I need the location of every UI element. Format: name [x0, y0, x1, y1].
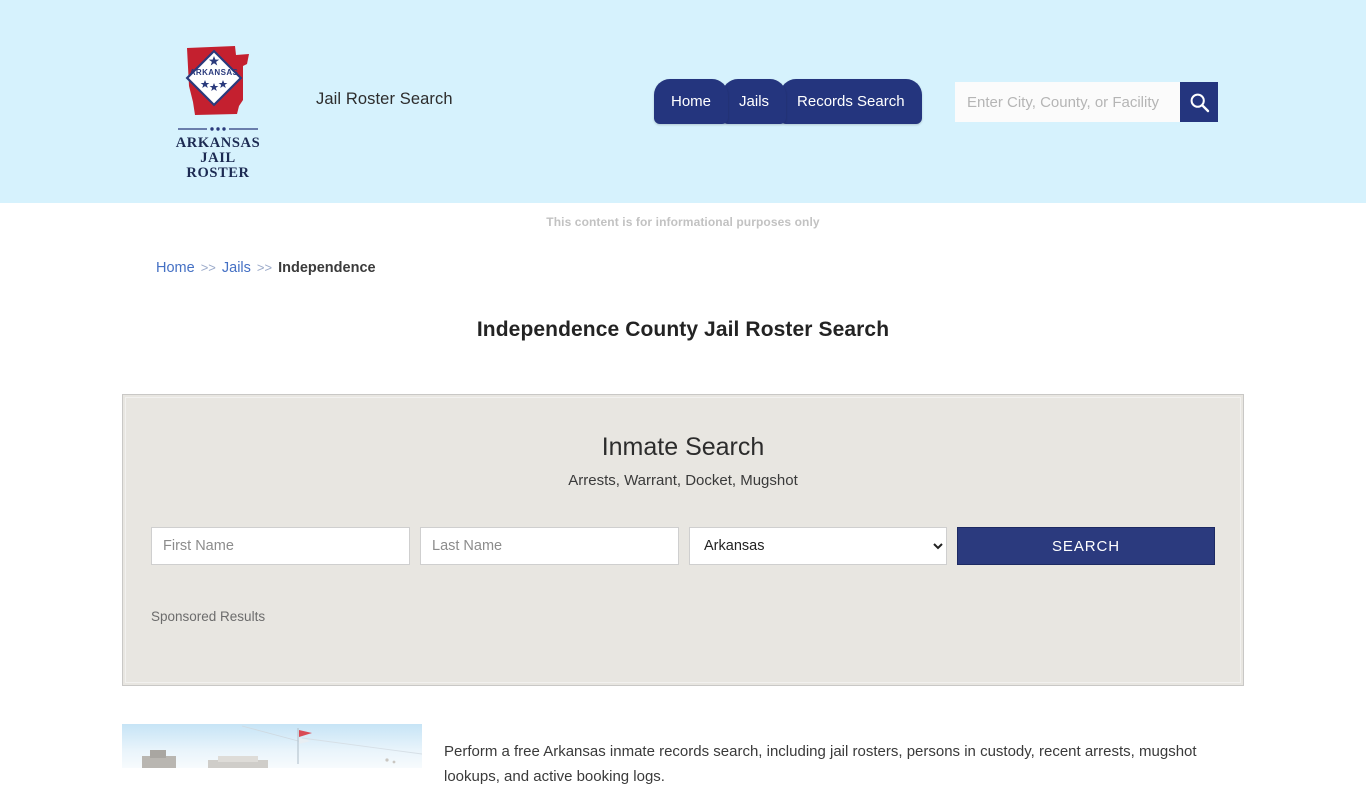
- site-header: ARKANSAS ARKANSAS JAIL ROSTER Jail Roste…: [0, 0, 1366, 203]
- content-paragraph: Perform a free Arkansas inmate records s…: [444, 743, 1197, 785]
- breadcrumb-item-jails[interactable]: Jails: [222, 260, 251, 276]
- header-search-button[interactable]: [1180, 82, 1218, 122]
- page-title: Independence County Jail Roster Search: [476, 318, 890, 341]
- inmate-search-form: Arkansas SEARCH: [123, 527, 1243, 565]
- county-courthouse-photo: [122, 724, 422, 768]
- state-select[interactable]: Arkansas: [689, 527, 947, 565]
- breadcrumb-item-current: Independence: [278, 260, 376, 276]
- header-search: [955, 82, 1218, 122]
- logo-wordmark-line2: JAIL ROSTER: [186, 150, 250, 181]
- nav-tab-jails[interactable]: Jails: [722, 79, 787, 124]
- nav-tab-records-search[interactable]: Records Search: [780, 79, 922, 124]
- nav-tab-home[interactable]: Home: [654, 79, 729, 124]
- nav-tab-home-label: Home: [671, 93, 712, 110]
- first-name-input[interactable]: [151, 527, 410, 565]
- nav-tab-records-search-label: Records Search: [797, 93, 905, 110]
- last-name-input[interactable]: [420, 527, 679, 565]
- inmate-search-card: Inmate Search Arrests, Warrant, Docket, …: [122, 394, 1244, 686]
- arkansas-state-icon: ARKANSAS: [185, 46, 249, 115]
- sponsored-results-label: Sponsored Results: [151, 609, 266, 624]
- logo-wordmark-line1: ARKANSAS: [175, 135, 261, 151]
- breadcrumb-separator: >>: [200, 260, 216, 275]
- courthouse-photo-graphic: [122, 724, 422, 768]
- breadcrumb-separator: >>: [256, 260, 273, 275]
- content-section: Perform a free Arkansas inmate records s…: [122, 724, 1244, 804]
- inmate-search-title: Inmate Search: [601, 433, 765, 461]
- inmate-search-button[interactable]: SEARCH: [957, 527, 1215, 565]
- main-navigation: Home Jails Records Search: [654, 77, 922, 124]
- informational-notice: This content is for informational purpos…: [546, 215, 820, 229]
- breadcrumb: Home >> Jails >> Independence: [156, 260, 1366, 276]
- site-tagline: Jail Roster Search: [316, 90, 453, 108]
- svg-text:ARKANSAS: ARKANSAS: [190, 68, 239, 77]
- inmate-search-subtitle: Arrests, Warrant, Docket, Mugshot: [568, 472, 798, 489]
- site-logo[interactable]: ARKANSAS ARKANSAS JAIL ROSTER: [168, 42, 268, 181]
- logo-divider-icon: [178, 127, 258, 131]
- nav-tab-jails-label: Jails: [739, 93, 770, 110]
- header-search-input[interactable]: [955, 82, 1180, 122]
- breadcrumb-item-home[interactable]: Home: [156, 260, 195, 276]
- search-icon: [1190, 93, 1209, 112]
